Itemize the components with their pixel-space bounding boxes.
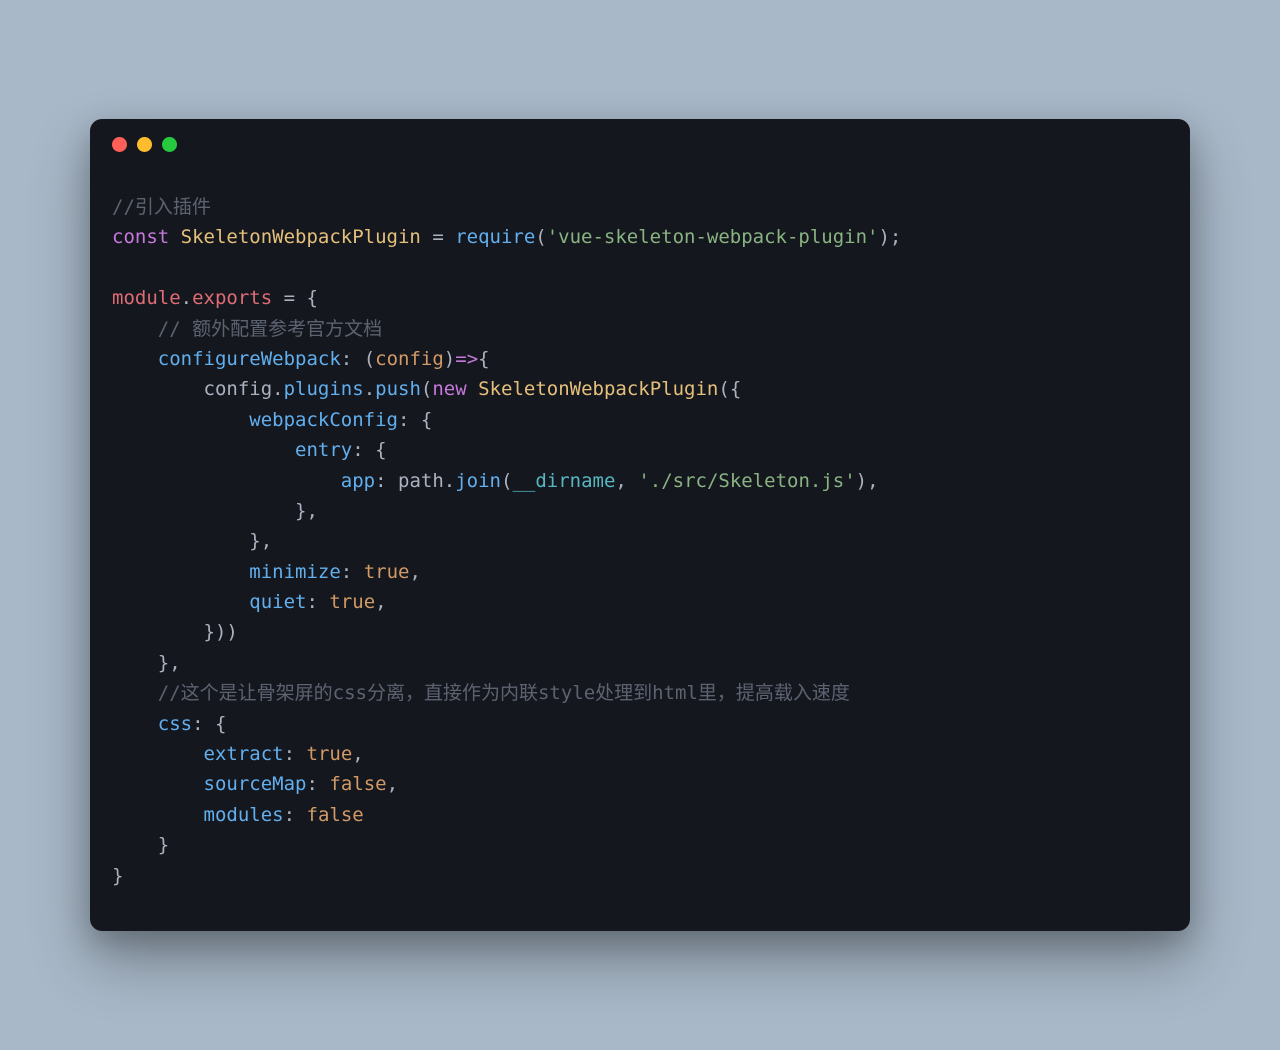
code-comma: , [169,652,180,674]
code-comment: // 额外配置参考官方文档 [158,318,382,340]
code-keyword: const [112,226,169,248]
code-colon: : [284,804,295,826]
code-brace: { [307,287,318,309]
code-property: quiet [249,591,306,613]
code-comma: , [375,591,386,613]
code-dot: . [364,378,375,400]
code-brace: } [295,500,306,522]
code-boolean: true [329,591,375,613]
code-paren: ) [444,348,455,370]
code-function: join [455,470,501,492]
code-brace: { [478,348,489,370]
code-paren: ( [364,348,375,370]
code-variable: path [398,470,444,492]
code-paren: ( [718,378,729,400]
code-function: require [455,226,535,248]
minimize-button[interactable] [137,137,152,152]
code-property: minimize [249,561,341,583]
code-boolean: true [364,561,410,583]
code-paren: ) [856,470,867,492]
code-paren: ( [535,226,546,248]
code-paren: ) [215,621,226,643]
code-colon: : [375,470,386,492]
code-colon: : [341,561,352,583]
code-dot: . [272,378,283,400]
code-brace: } [158,834,169,856]
code-string: './src/Skeleton.js' [638,470,855,492]
code-boolean: true [307,743,353,765]
code-brace: { [215,713,226,735]
code-brace: } [249,530,260,552]
code-paren: ( [501,470,512,492]
code-block: //引入插件 const SkeletonWebpackPlugin = req… [112,192,1168,891]
code-string: 'vue-skeleton-webpack-plugin' [547,226,879,248]
code-content: //引入插件 const SkeletonWebpackPlugin = req… [90,162,1190,931]
code-boolean: false [329,773,386,795]
code-comment: //引入插件 [112,196,211,218]
code-property: modules [204,804,284,826]
code-class: SkeletonWebpackPlugin [478,378,718,400]
code-comma: , [352,743,363,765]
code-keyword: new [432,378,466,400]
code-comma: , [306,500,317,522]
code-dot: . [181,287,192,309]
code-colon: : [398,409,409,431]
code-dot: . [444,470,455,492]
code-paren: ) [878,226,889,248]
code-paren: ) [226,621,237,643]
code-param: config [375,348,444,370]
code-module: module [112,287,181,309]
code-property: css [158,713,192,735]
code-operator: = [272,287,306,309]
code-arrow: => [455,348,478,370]
code-operator: = [421,226,455,248]
code-class: SkeletonWebpackPlugin [181,226,421,248]
code-property: plugins [284,378,364,400]
code-property: sourceMap [204,773,307,795]
close-button[interactable] [112,137,127,152]
code-comma: , [387,773,398,795]
code-colon: : [306,591,317,613]
code-property: webpackConfig [249,409,398,431]
code-colon: : [352,439,363,461]
code-property: configureWebpack [158,348,341,370]
code-colon: : [284,743,295,765]
code-comma: , [409,561,420,583]
code-paren: ( [421,378,432,400]
code-window: //引入插件 const SkeletonWebpackPlugin = req… [90,119,1190,931]
code-colon: : [192,713,203,735]
code-colon: : [306,773,317,795]
window-titlebar [90,119,1190,162]
code-comma: , [867,470,878,492]
code-property: app [341,470,375,492]
code-comma: , [615,470,626,492]
code-function: push [375,378,421,400]
code-brace: { [730,378,741,400]
code-brace: { [375,439,386,461]
code-brace: } [158,652,169,674]
code-brace: } [204,621,215,643]
code-colon: : [341,348,352,370]
code-semicolon: ; [890,226,901,248]
code-boolean: false [307,804,364,826]
code-brace: { [421,409,432,431]
code-property: entry [295,439,352,461]
code-variable: config [204,378,273,400]
code-property: extract [204,743,284,765]
code-exports: exports [192,287,272,309]
code-comma: , [261,530,272,552]
code-comment: //这个是让骨架屏的css分离，直接作为内联style处理到html里，提高载入… [158,682,850,704]
code-builtin: __dirname [512,470,615,492]
code-brace: } [112,865,123,887]
maximize-button[interactable] [162,137,177,152]
